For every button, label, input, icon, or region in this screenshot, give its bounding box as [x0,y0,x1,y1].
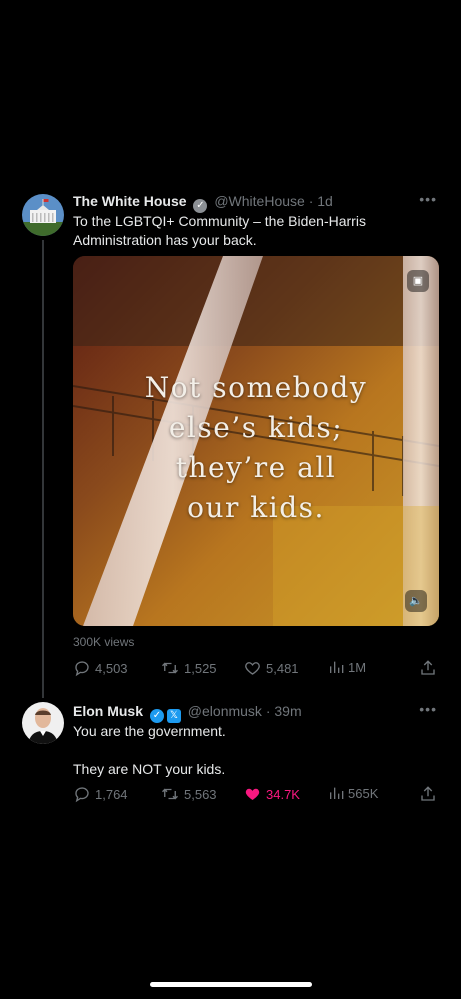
view-count: 300K views [73,635,135,649]
author-name[interactable]: The White House [73,193,187,209]
analytics-button[interactable]: 565K [328,785,378,801]
tweet-elonmusk[interactable]: Elon Musk ✓ 𝕏 @elonmusk · 39m ••• You are… [0,700,461,820]
view-analytics-count: 1M [348,659,367,675]
verified-gold-icon: ✓ [193,199,208,213]
tweet-text: To the LGBTQI+ Community – the Biden-Har… [73,212,423,250]
captions-icon[interactable]: ▣ [407,270,429,292]
tweet-text-line: To the LGBTQI+ Community – the Biden-Har… [73,213,366,229]
media-quote-line: Not somebody [144,371,368,404]
verified-icon: ✓ [149,709,164,723]
share-icon [421,786,435,801]
share-button[interactable] [419,785,437,803]
repost-button[interactable]: 1,525 [160,659,217,677]
avatar-elonmusk[interactable] [22,702,64,744]
home-indicator[interactable] [150,982,312,987]
avatar-whitehouse[interactable] [22,194,64,236]
media-quote-text: Not somebody else’s kids; they’re all ou… [73,368,439,528]
like-icon [245,788,260,800]
author-handle[interactable]: @WhiteHouse [214,193,304,209]
affiliate-badge-icon: 𝕏 [166,709,181,723]
repost-count: 5,563 [184,786,217,802]
reply-button[interactable]: 4,503 [73,659,128,677]
view-analytics-count: 565K [348,785,379,801]
tweet-actions: 1,764 5,563 34.7K 565K [73,785,439,805]
reply-count: 4,503 [95,660,128,676]
tweet-timestamp[interactable]: · 1d [309,193,333,209]
more-icon[interactable]: ••• [419,191,437,207]
analytics-icon [330,787,344,799]
media-quote-line: our kids. [187,491,325,524]
media-quote-line: they’re all [175,451,337,484]
tweet-header: Elon Musk ✓ 𝕏 @elonmusk · 39m [73,703,302,723]
tweet-timestamp[interactable]: · 39m [266,703,302,719]
author-name[interactable]: Elon Musk [73,703,143,719]
like-icon [245,662,260,675]
tweet-text: You are the government. They are NOT you… [73,722,423,779]
more-icon[interactable]: ••• [419,701,437,717]
analytics-icon [330,661,344,673]
tweet-media-video[interactable]: Not somebody else’s kids; they’re all ou… [73,256,439,626]
like-count: 5,481 [266,660,299,676]
share-button[interactable] [419,659,437,677]
mute-icon[interactable]: 🔈 [405,590,427,612]
author-handle[interactable]: @elonmusk [188,703,262,719]
reply-icon [75,787,89,803]
like-button[interactable]: 34.7K [243,785,300,803]
media-quote-line: else’s kids; [168,411,344,444]
analytics-button[interactable]: 1M [328,659,366,675]
repost-icon [162,788,178,800]
tweet-text-line: They are NOT your kids. [73,761,226,777]
repost-icon [162,662,178,674]
tweet-actions: 4,503 1,525 5,481 1M [73,659,439,679]
tweet-whitehouse[interactable]: The White House ✓ @WhiteHouse · 1d ••• T… [0,0,461,700]
tweet-text-line: You are the government. [73,723,226,739]
reply-count: 1,764 [95,786,128,802]
like-button[interactable]: 5,481 [243,659,299,677]
repost-count: 1,525 [184,660,217,676]
like-count: 34.7K [266,786,300,802]
repost-button[interactable]: 5,563 [160,785,217,803]
tweet-header: The White House ✓ @WhiteHouse · 1d [73,193,333,213]
share-icon [421,660,435,675]
reply-icon [75,661,89,677]
reply-button[interactable]: 1,764 [73,785,128,803]
tweet-text-line: Administration has your back. [73,232,257,248]
